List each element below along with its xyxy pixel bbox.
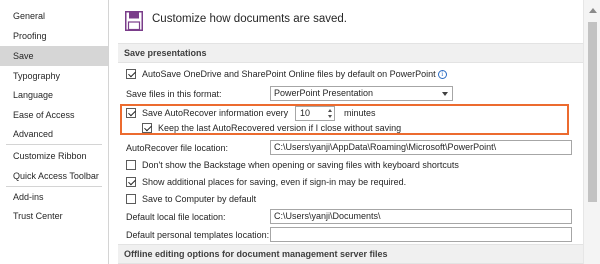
sidebar-item-save[interactable]: Save bbox=[0, 46, 108, 66]
vertical-scrollbar[interactable] bbox=[583, 0, 600, 264]
section-header-save-presentations: Save presentations bbox=[118, 43, 586, 63]
default-local-location-label: Default local file location: bbox=[126, 212, 226, 222]
sidebar-item-proofing[interactable]: Proofing bbox=[0, 26, 108, 46]
keep-last-label: Keep the last AutoRecovered version if I… bbox=[158, 123, 402, 133]
additional-places-option[interactable]: Show additional places for saving, even … bbox=[126, 175, 576, 190]
sidebar-divider bbox=[6, 144, 102, 145]
sidebar-item-general[interactable]: General bbox=[0, 6, 108, 26]
options-sidebar: General Proofing Save Typography Languag… bbox=[0, 0, 109, 264]
sidebar-item-quick-access-toolbar[interactable]: Quick Access Toolbar bbox=[0, 166, 108, 186]
sidebar-item-advanced[interactable]: Advanced bbox=[0, 124, 108, 144]
autorecover-location-input[interactable]: C:\Users\yanji\AppData\Roaming\Microsoft… bbox=[270, 140, 572, 155]
sidebar-item-customize-ribbon[interactable]: Customize Ribbon bbox=[0, 146, 108, 166]
section-header-offline-editing: Offline editing options for document man… bbox=[118, 244, 586, 264]
save-to-computer-checkbox[interactable] bbox=[126, 194, 136, 204]
backstage-option[interactable]: Don't show the Backstage when opening or… bbox=[126, 158, 576, 173]
save-disk-icon bbox=[125, 11, 143, 31]
backstage-label: Don't show the Backstage when opening or… bbox=[142, 160, 459, 170]
scrollbar-thumb[interactable] bbox=[588, 22, 597, 202]
autorecover-location-label: AutoRecover file location: bbox=[126, 143, 229, 153]
autorecover-minutes-value: 10 bbox=[300, 108, 311, 118]
sidebar-item-trust-center[interactable]: Trust Center bbox=[0, 206, 108, 226]
sidebar-item-typography[interactable]: Typography bbox=[0, 66, 108, 86]
additional-places-label: Show additional places for saving, even … bbox=[142, 177, 407, 187]
backstage-checkbox[interactable] bbox=[126, 160, 136, 170]
spin-down-icon[interactable] bbox=[328, 115, 332, 118]
chevron-down-icon bbox=[442, 92, 448, 96]
page-title: Customize how documents are saved. bbox=[152, 13, 347, 25]
spin-up-icon[interactable] bbox=[328, 109, 332, 112]
default-templates-location-label: Default personal templates location: bbox=[126, 230, 270, 240]
autorecover-minutes-spinner[interactable]: 10 bbox=[295, 106, 335, 121]
autorecover-checkbox[interactable] bbox=[126, 108, 136, 118]
scroll-up-arrow-icon[interactable] bbox=[589, 8, 597, 13]
autorecover-label: Save AutoRecover information every bbox=[142, 108, 289, 118]
autorecover-unit-label: minutes bbox=[344, 108, 376, 118]
save-format-dropdown[interactable]: PowerPoint Presentation bbox=[270, 86, 453, 101]
save-options-panel: Customize how documents are saved. Save … bbox=[110, 0, 590, 264]
sidebar-item-language[interactable]: Language bbox=[0, 85, 108, 105]
keep-last-checkbox[interactable] bbox=[142, 123, 152, 133]
autorecover-option[interactable]: Save AutoRecover information every bbox=[126, 106, 296, 121]
autosave-label: AutoSave OneDrive and SharePoint Online … bbox=[142, 69, 436, 79]
autosave-checkbox[interactable] bbox=[126, 69, 136, 79]
save-to-computer-label: Save to Computer by default bbox=[142, 194, 257, 204]
sidebar-item-add-ins[interactable]: Add-ins bbox=[0, 187, 108, 207]
default-templates-location-input[interactable] bbox=[270, 227, 572, 242]
save-to-computer-option[interactable]: Save to Computer by default bbox=[126, 192, 426, 207]
default-local-location-input[interactable]: C:\Users\yanji\Documents\ bbox=[270, 209, 572, 224]
additional-places-checkbox[interactable] bbox=[126, 177, 136, 187]
keep-last-option[interactable]: Keep the last AutoRecovered version if I… bbox=[142, 121, 442, 136]
sidebar-item-ease-of-access[interactable]: Ease of Access bbox=[0, 105, 108, 125]
save-format-value: PowerPoint Presentation bbox=[274, 88, 374, 98]
autosave-option[interactable]: AutoSave OneDrive and SharePoint Online … bbox=[126, 67, 576, 82]
info-icon[interactable]: i bbox=[437, 70, 447, 79]
save-format-label: Save files in this format: bbox=[126, 89, 222, 99]
